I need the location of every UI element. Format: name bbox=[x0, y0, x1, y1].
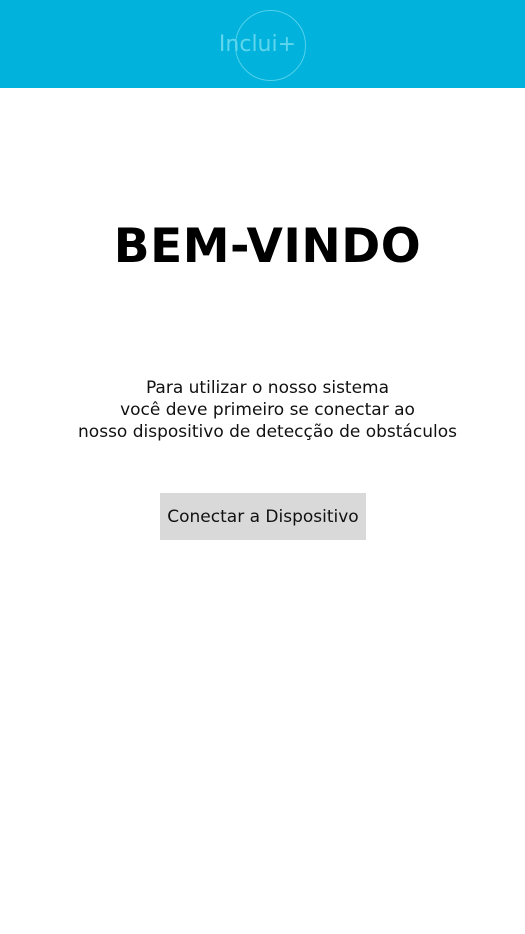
app-screen: Inclui+ BEM-VINDO Para utilizar o nosso … bbox=[0, 0, 525, 934]
instructions-line-3: nosso dispositivo de detecção de obstácu… bbox=[78, 422, 457, 442]
welcome-title: BEM-VINDO bbox=[113, 219, 422, 274]
instructions-text: Para utilizar o nosso sistema você deve … bbox=[0, 377, 525, 443]
app-header: Inclui+ bbox=[0, 0, 525, 88]
logo-text: Inclui+ bbox=[218, 32, 297, 57]
instructions-line-1: Para utilizar o nosso sistema bbox=[145, 378, 390, 398]
connect-device-button[interactable]: Conectar a Dispositivo bbox=[160, 493, 366, 540]
instructions-line-2: você deve primeiro se conectar ao bbox=[120, 400, 415, 420]
